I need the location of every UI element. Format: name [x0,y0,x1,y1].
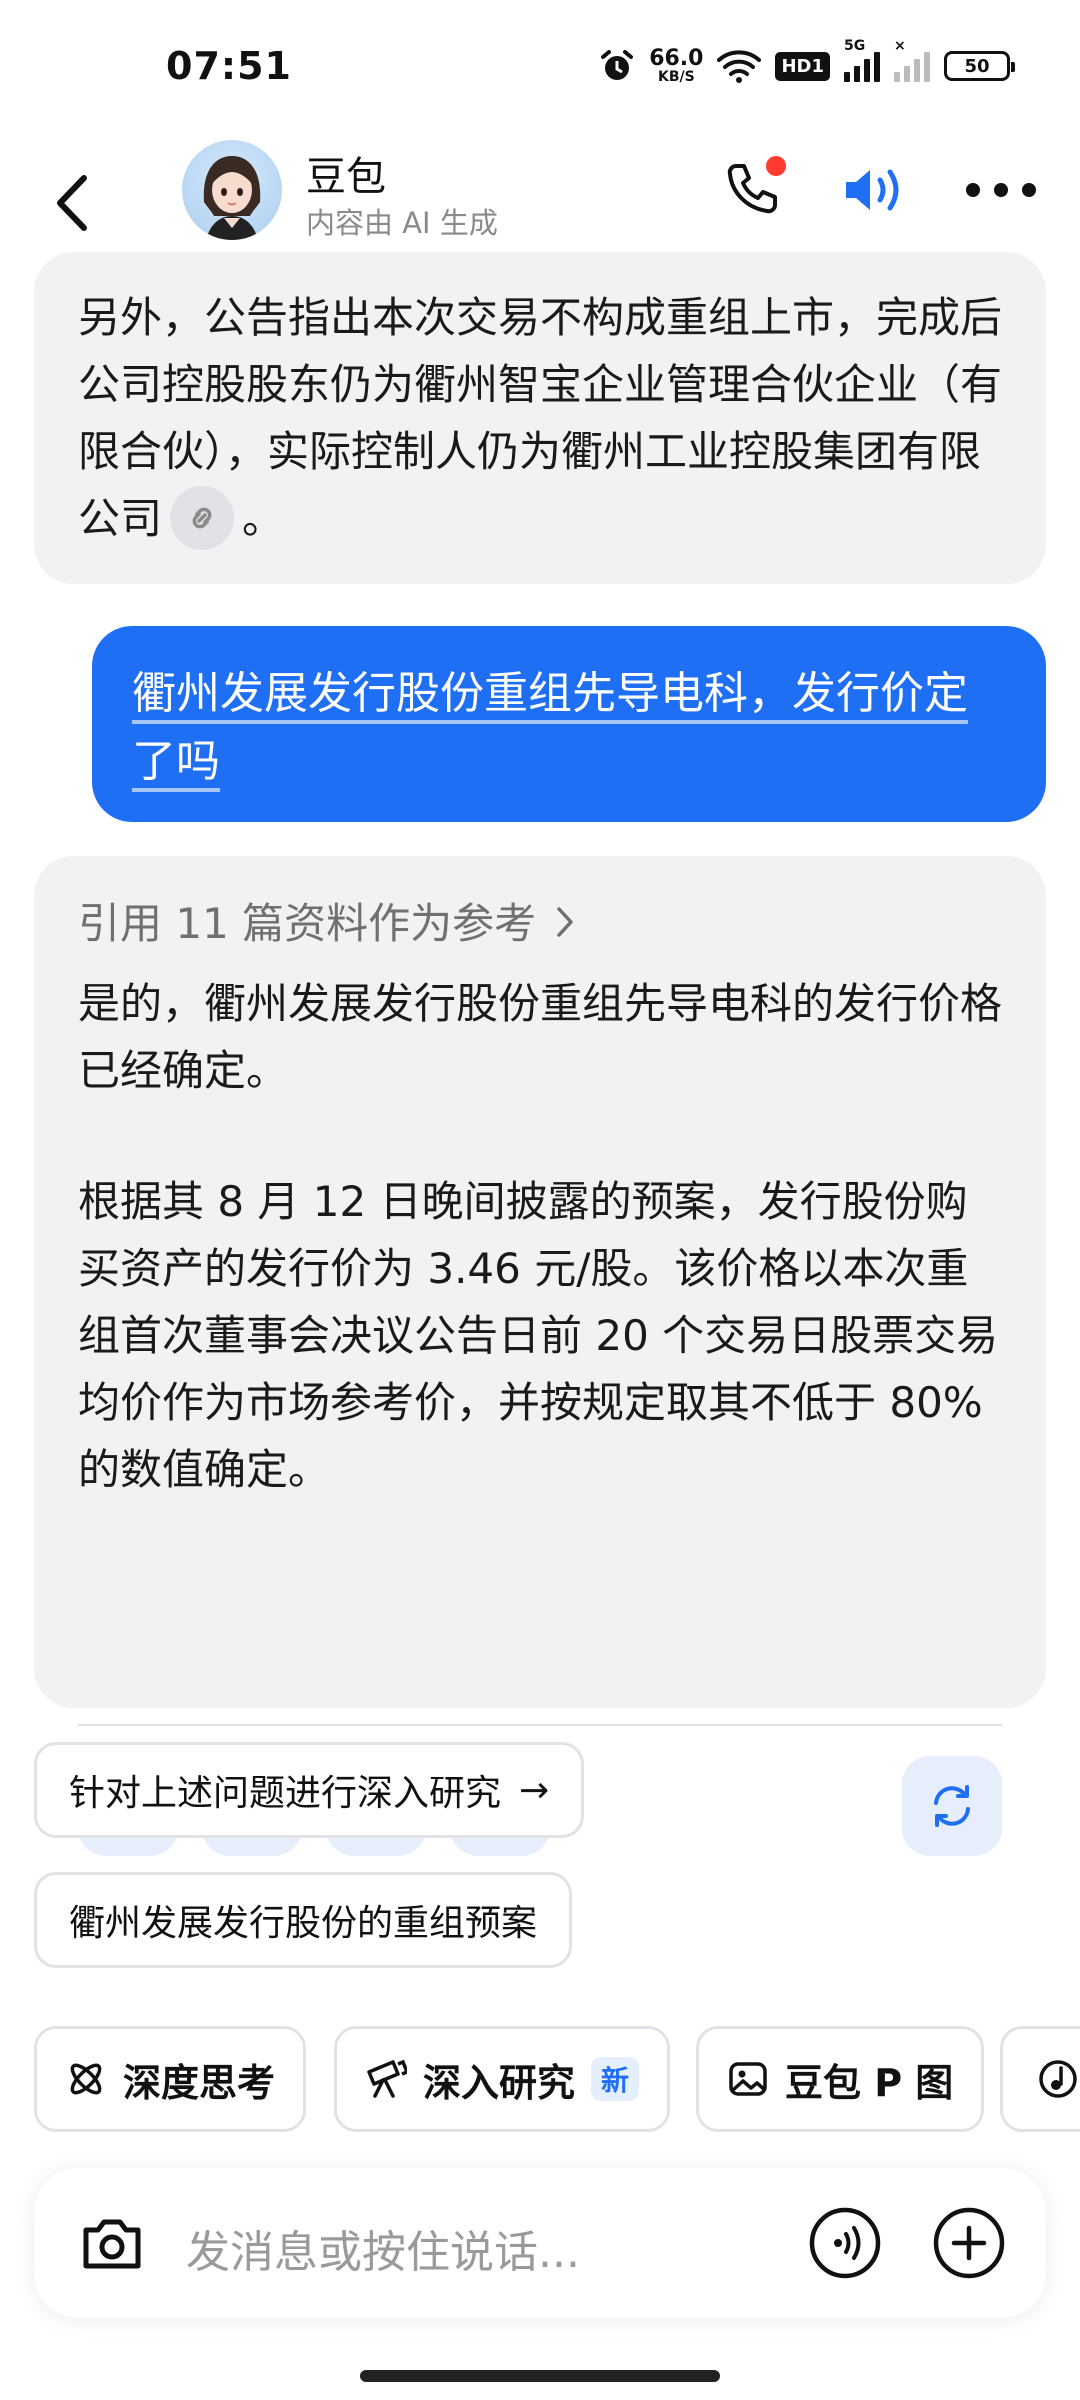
regenerate-button[interactable] [902,1756,1002,1856]
hd-voice-badge: HD1 [775,51,830,81]
camera-button[interactable] [76,2208,148,2280]
speaker-icon [846,169,899,211]
voice-call-button[interactable] [722,156,786,218]
music-icon [1039,2060,1077,2098]
reference-sources-label: 引用 11 篇资料作为参考 [78,898,537,948]
assistant-name: 豆包 [306,154,386,200]
network-speed-unit: KB/S [657,69,695,85]
signal-sim2-tag: × [894,38,906,54]
suggested-question-label: 衢州发展发行股份的重组预案 [69,1903,538,1944]
home-indicator[interactable] [360,2370,720,2382]
chip-label: 豆包 P 图 [785,2060,954,2105]
notification-dot [766,156,786,176]
ai-message: 引用 11 篇资料作为参考 是的，衢州发展发行股份重组先导电科的发行价格已经确定… [34,856,1046,1856]
voice-wave-icon [809,2207,881,2279]
message-input[interactable]: 发消息或按住说话... [186,2216,580,2280]
image-edit-chip[interactable]: 豆包 P 图 [696,2026,985,2132]
ai-message: 另外，公告指出本次交易不构成重组上市，完成后公司控股股东仍为衢州智宝企业管理合伙… [34,252,1046,584]
user-message[interactable]: 衢州发展发行股份重组先导电科，发行价定了吗 [92,626,1046,822]
refresh-icon [934,1785,970,1827]
reference-sources-button[interactable]: 引用 11 篇资料作为参考 [78,890,1002,950]
source-link-button[interactable] [170,485,235,550]
suggested-question[interactable]: 衢州发展发行股份的重组预案 [34,1872,573,1968]
arrow-right-icon: → [519,1769,550,1811]
chip-label: 深度思考 [123,2060,276,2105]
alarm-icon [601,50,634,80]
camera-icon [83,2219,141,2269]
ai-message-paragraph: 根据其 8 月 12 日晚间披露的预案，发行股份购买资产的发行价为 3.46 元… [78,1177,999,1494]
suggested-question-label: 针对上述问题进行深入研究 [69,1773,502,1814]
more-options-button[interactable] [966,178,1036,202]
more-dot-icon [966,183,980,197]
chip-label: 深入研究 [423,2060,576,2105]
message-input-bar: 发消息或按住说话... [34,2168,1046,2318]
signal-sim1-tag: 5G [844,38,866,54]
suggested-question[interactable]: 针对上述问题进行深入研究 → [34,1742,585,1838]
wifi-icon [717,50,762,83]
auto-read-toggle[interactable] [840,160,910,220]
network-speed: 66.0 KB/S [649,46,704,85]
assistant-avatar-icon [203,156,261,240]
ai-disclaimer: 内容由 AI 生成 [306,206,498,240]
network-speed-value: 66.0 [649,46,704,71]
atom-icon [70,2063,102,2095]
status-bar: 07:51 66.0 KB/S HD1 5G × 50 [0,0,1080,130]
status-time: 07:51 [166,44,292,88]
telescope-icon [367,2059,407,2098]
avatar[interactable] [182,140,282,240]
link-icon [192,507,212,528]
chevron-left-icon [57,175,87,231]
battery-indicator: 50 [944,51,1015,81]
signal-sim2-icon: × [894,38,930,82]
voice-input-button[interactable] [808,2206,882,2280]
ai-message-suffix: 。 [242,494,285,543]
signal-sim1-icon: 5G [844,38,880,82]
deep-thinking-chip[interactable]: 深度思考 [34,2026,307,2132]
plus-circle-icon [933,2207,1005,2279]
music-chip[interactable] [1000,2026,1080,2132]
ai-message-paragraph: 是的，衢州发展发行股份重组先导电科的发行价格已经确定。 [78,979,1003,1095]
ai-message-text: 另外，公告指出本次交易不构成重组上市，完成后公司控股股东仍为衢州智宝企业管理合伙… [78,284,1002,554]
new-badge: 新 [591,2057,640,2101]
feature-chip-row[interactable]: 深度思考 深入研究 新 豆包 P 图 [0,2026,1080,2132]
more-dot-icon [1022,183,1036,197]
divider [78,1724,1002,1726]
chevron-right-icon [557,907,573,937]
add-attachment-button[interactable] [932,2206,1006,2280]
status-icons: 66.0 KB/S HD1 5G × 50 [599,38,1015,88]
user-message-text: 衢州发展发行股份重组先导电科，发行价定了吗 [132,668,968,787]
more-dot-icon [994,183,1008,197]
image-icon [729,2062,767,2096]
back-button[interactable] [44,168,100,238]
deep-research-chip[interactable]: 深入研究 新 [334,2026,671,2132]
